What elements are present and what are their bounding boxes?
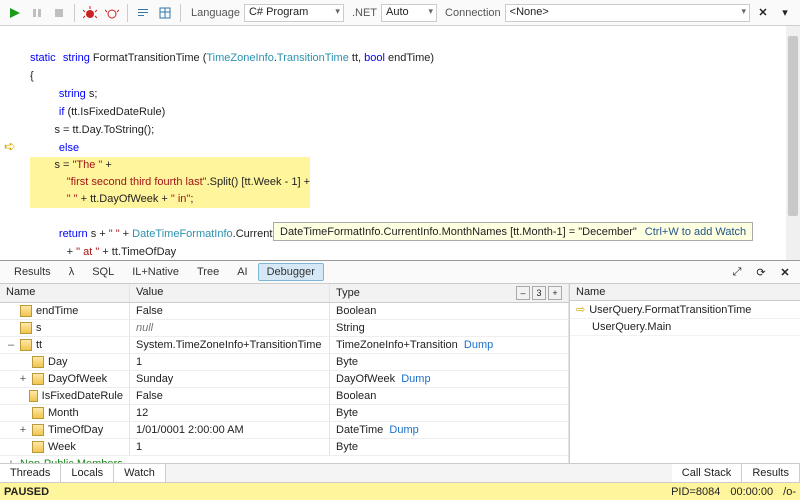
- tab-results-bottom[interactable]: Results: [742, 463, 800, 482]
- tab-lambda[interactable]: λ: [61, 264, 83, 280]
- depth-icon[interactable]: 3: [532, 286, 546, 300]
- separator: [127, 4, 128, 22]
- locals-row[interactable]: IsFixedDateRuleFalseBoolean: [0, 388, 569, 405]
- collapse-icon[interactable]: –: [516, 286, 530, 300]
- net-label: .NET: [352, 7, 377, 19]
- tab-watch[interactable]: Watch: [114, 463, 166, 482]
- property-icon: [32, 373, 44, 385]
- property-icon: [20, 305, 32, 317]
- property-icon: [32, 424, 44, 436]
- status-paused: PAUSED: [4, 486, 49, 498]
- expand-toggle-icon[interactable]: –: [6, 339, 16, 351]
- property-icon: [32, 356, 44, 368]
- tab-tree[interactable]: Tree: [189, 264, 227, 280]
- expand-toggle-icon[interactable]: +: [18, 424, 28, 436]
- debug-tooltip: DateTimeFormatInfo.CurrentInfo.MonthName…: [273, 222, 753, 241]
- stop-icon[interactable]: [50, 4, 68, 22]
- locals-row[interactable]: snullString: [0, 320, 569, 337]
- close-icon[interactable]: ✕: [754, 4, 772, 22]
- tab-threads[interactable]: Threads: [0, 463, 61, 482]
- highlighted-statement: s = "The " + "first second third fourth …: [30, 157, 310, 208]
- property-icon: [29, 390, 38, 402]
- status-time: 00:00:00: [730, 486, 773, 498]
- stack-frame[interactable]: ⇨UserQuery.FormatTransitionTime: [570, 301, 800, 319]
- tab-il[interactable]: IL+Native: [124, 264, 187, 280]
- property-icon: [32, 407, 44, 419]
- pause-icon[interactable]: [28, 4, 46, 22]
- language-dropdown[interactable]: C# Program: [244, 4, 344, 22]
- locals-row[interactable]: +DayOfWeekSundayDayOfWeek Dump: [0, 371, 569, 388]
- non-public-members[interactable]: +Non-Public Members: [0, 456, 569, 463]
- dump-link[interactable]: Dump: [464, 339, 493, 351]
- main-toolbar: Language C# Program .NET Auto Connection…: [0, 0, 800, 26]
- col-type[interactable]: Type – 3 +: [330, 284, 569, 302]
- refresh-icon[interactable]: ⟳: [752, 263, 770, 281]
- tab-locals[interactable]: Locals: [61, 463, 114, 482]
- col-value[interactable]: Value: [130, 284, 330, 302]
- locals-row[interactable]: +TimeOfDay1/01/0001 2:00:00 AMDateTime D…: [0, 422, 569, 439]
- current-frame-arrow-icon: ⇨: [576, 303, 585, 316]
- close-panel-icon[interactable]: ✕: [776, 263, 794, 281]
- property-icon: [20, 322, 32, 334]
- editor-scrollbar[interactable]: [786, 26, 800, 260]
- col-name[interactable]: Name: [0, 284, 130, 302]
- tab-callstack[interactable]: Call Stack: [672, 463, 743, 482]
- tab-sql[interactable]: SQL: [84, 264, 122, 280]
- tab-ai[interactable]: AI: [229, 264, 255, 280]
- bug-icon[interactable]: [81, 4, 99, 22]
- status-pid: PID=8084: [671, 486, 720, 498]
- property-icon: [20, 339, 32, 351]
- debug-panels: Results λ SQL IL+Native Tree AI Debugger…: [0, 260, 800, 482]
- expand-toggle-icon[interactable]: +: [18, 373, 28, 385]
- separator: [180, 4, 181, 22]
- language-label: Language: [191, 7, 240, 19]
- property-icon: [32, 441, 44, 453]
- locals-row[interactable]: Week1Byte: [0, 439, 569, 456]
- bug-alt-icon[interactable]: [103, 4, 121, 22]
- current-line-arrow-icon: ➪: [4, 138, 16, 155]
- locals-row[interactable]: Month12Byte: [0, 405, 569, 422]
- run-icon[interactable]: [6, 4, 24, 22]
- separator: [74, 4, 75, 22]
- tab-debugger[interactable]: Debugger: [258, 263, 324, 281]
- tab-results[interactable]: Results: [6, 264, 59, 280]
- stack-frame[interactable]: UserQuery.Main: [570, 319, 800, 336]
- panel-tab-row: Results λ SQL IL+Native Tree AI Debugger…: [0, 261, 800, 284]
- chevron-down-icon[interactable]: ▾: [776, 4, 794, 22]
- status-bar: PAUSED PID=8084 00:00:00 /o-: [0, 482, 800, 500]
- expand-all-icon[interactable]: +: [548, 286, 562, 300]
- bottom-tab-row: Threads Locals Watch Call Stack Results: [0, 463, 800, 482]
- grid-results-icon[interactable]: [156, 4, 174, 22]
- expand-icon[interactable]: ⤢: [728, 263, 746, 281]
- connection-dropdown[interactable]: <None>: [505, 4, 750, 22]
- locals-grid: Name Value Type – 3 + endTimeFalseBoolea…: [0, 284, 570, 463]
- stack-col-name[interactable]: Name: [570, 284, 800, 301]
- connection-label: Connection: [445, 7, 501, 19]
- text-results-icon[interactable]: [134, 4, 152, 22]
- code-editor[interactable]: ➪ static string FormatTransitionTime (Ti…: [0, 26, 800, 260]
- locals-row[interactable]: –ttSystem.TimeZoneInfo+TransitionTimeTim…: [0, 337, 569, 354]
- dump-link[interactable]: Dump: [389, 424, 418, 436]
- dump-link[interactable]: Dump: [401, 373, 430, 385]
- net-dropdown[interactable]: Auto: [381, 4, 437, 22]
- locals-row[interactable]: Day1Byte: [0, 354, 569, 371]
- locals-row[interactable]: endTimeFalseBoolean: [0, 303, 569, 320]
- status-mode[interactable]: /o-: [783, 486, 796, 498]
- call-stack-panel: Name ⇨UserQuery.FormatTransitionTimeUser…: [570, 284, 800, 463]
